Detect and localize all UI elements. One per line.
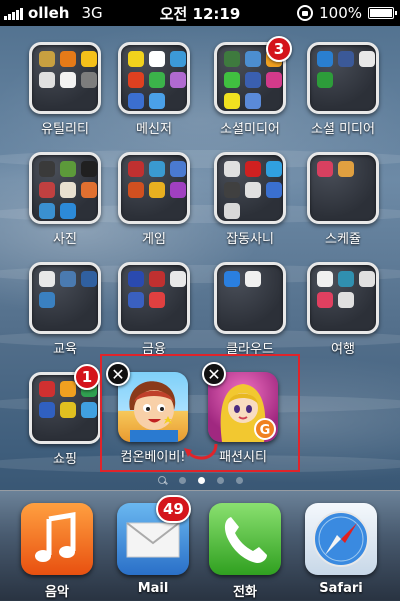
signal-strength-icon xyxy=(4,6,23,20)
folder-shopping[interactable]: 1 쇼핑 xyxy=(18,364,112,467)
notification-badge: 3 xyxy=(266,36,292,62)
spotlight-search-icon[interactable] xyxy=(157,476,167,485)
folder-label: 소셜미디어 xyxy=(220,122,280,137)
folder-label: 잡동사니 xyxy=(226,232,274,247)
folder-utility[interactable]: 유틸리티 xyxy=(18,42,112,137)
folder-misc[interactable]: 잡동사니 xyxy=(203,152,297,247)
folder-icon xyxy=(214,262,286,334)
folder-label: 여행 xyxy=(331,342,355,357)
folder-messenger[interactable]: 메신저 xyxy=(107,42,201,137)
status-bar: olleh 3G 오전 12:19 100% xyxy=(0,0,400,26)
folder-icon xyxy=(214,152,286,224)
dock: 음악 49 Mail 전화 Safari xyxy=(0,490,400,601)
folder-finance[interactable]: 금융 xyxy=(107,262,201,357)
folder-education[interactable]: 교육 xyxy=(18,262,112,357)
folder-icon xyxy=(307,152,379,224)
page-dot[interactable] xyxy=(235,477,243,484)
folder-cloud[interactable]: 클라우드 xyxy=(203,262,297,357)
compass-icon xyxy=(305,503,377,575)
folder-label: 소셜 미디어 xyxy=(311,122,375,137)
folder-icon xyxy=(29,152,101,224)
curved-arrow-icon xyxy=(184,443,218,460)
battery-percent: 100% xyxy=(319,4,362,22)
network-type: 3G xyxy=(81,4,103,22)
folder-schedule[interactable]: 스케쥴 xyxy=(296,152,390,247)
dock-app-phone[interactable]: 전화 xyxy=(200,503,290,600)
page-dot-active[interactable] xyxy=(197,477,205,484)
battery-icon xyxy=(368,7,397,19)
folder-label: 게임 xyxy=(142,232,166,247)
folder-travel[interactable]: 여행 xyxy=(296,262,390,357)
music-note-icon xyxy=(21,503,93,575)
svg-text:G: G xyxy=(260,423,271,438)
dock-app-safari[interactable]: Safari xyxy=(296,503,386,596)
folder-games[interactable]: 게임 xyxy=(107,152,201,247)
folder-icon xyxy=(307,262,379,334)
folder-social-media[interactable]: 3 소셜미디어 xyxy=(203,36,297,137)
dock-app-label: Mail xyxy=(137,581,169,596)
page-dot[interactable] xyxy=(178,477,186,484)
folder-label: 스케쥴 xyxy=(325,232,361,247)
notification-badge: 1 xyxy=(74,364,100,390)
folder-icon xyxy=(118,42,190,114)
folder-label: 교육 xyxy=(53,342,77,357)
folder-icon xyxy=(29,262,101,334)
folder-social-media-2[interactable]: 소셜 미디어 xyxy=(296,42,390,137)
baby-character-icon xyxy=(118,372,188,442)
delete-app-button[interactable]: ✕ xyxy=(106,362,130,386)
dock-app-label: 전화 xyxy=(233,585,257,600)
folder-photos[interactable]: 사진 xyxy=(18,152,112,247)
mail-unread-badge: 49 xyxy=(156,495,191,523)
folder-label: 메신저 xyxy=(136,122,172,137)
folder-label: 유틸리티 xyxy=(41,122,89,137)
folder-icon xyxy=(118,152,190,224)
rotation-lock-icon xyxy=(297,5,314,21)
folder-icon xyxy=(307,42,379,114)
delete-app-button[interactable]: ✕ xyxy=(202,362,226,386)
carrier-name: olleh xyxy=(28,4,70,22)
dock-app-label: Safari xyxy=(319,581,363,596)
folder-label: 쇼핑 xyxy=(53,452,77,467)
dock-app-mail[interactable]: 49 Mail xyxy=(108,495,198,596)
folder-label: 사진 xyxy=(53,232,77,247)
dock-app-music[interactable]: 음악 xyxy=(12,503,102,600)
folder-icon xyxy=(118,262,190,334)
dock-app-label: 음악 xyxy=(45,585,69,600)
page-indicator[interactable] xyxy=(0,476,400,485)
phone-handset-icon xyxy=(209,503,281,575)
page-dot[interactable] xyxy=(216,477,224,484)
folder-icon xyxy=(29,42,101,114)
